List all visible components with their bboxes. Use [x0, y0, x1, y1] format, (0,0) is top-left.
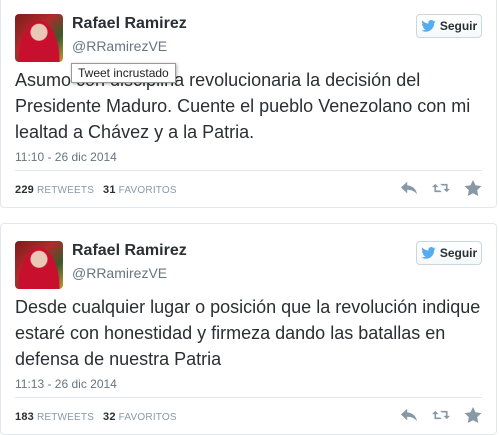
divider	[15, 170, 482, 171]
favorite-star-icon[interactable]	[464, 180, 482, 196]
author-handle[interactable]: @RRamirezVE	[72, 38, 167, 54]
retweet-icon[interactable]	[432, 407, 450, 423]
reply-icon[interactable]	[400, 180, 418, 196]
tweet-actions	[400, 180, 482, 196]
follow-label: Seguir	[439, 246, 478, 260]
avatar[interactable]	[15, 14, 63, 62]
follow-button[interactable]: Seguir	[416, 14, 482, 38]
twitter-bird-icon	[421, 20, 436, 32]
retweets-count[interactable]: 229	[15, 184, 34, 196]
follow-label: Seguir	[439, 19, 478, 33]
avatar[interactable]	[15, 241, 63, 289]
retweets-label[interactable]: RETWEETS	[37, 185, 94, 196]
tweet-stats: 229 RETWEETS 31 FAVORITOS	[15, 184, 177, 196]
author-name[interactable]: Rafael Ramirez	[72, 242, 187, 260]
favorites-label[interactable]: FAVORITOS	[119, 185, 177, 196]
author-handle[interactable]: @RRamirezVE	[72, 265, 167, 281]
follow-button[interactable]: Seguir	[416, 241, 482, 265]
twitter-bird-icon	[421, 247, 436, 259]
tweet-text: Desde cualquier lugar o posición que la …	[15, 297, 481, 369]
retweets-label[interactable]: RETWEETS	[37, 412, 94, 423]
tooltip: Tweet incrustado	[71, 63, 176, 83]
tweet-timestamp[interactable]: 11:10 - 26 dic 2014	[15, 150, 117, 164]
divider	[15, 397, 482, 398]
tweet-timestamp[interactable]: 11:13 - 26 dic 2014	[15, 377, 117, 391]
favorites-label[interactable]: FAVORITOS	[119, 412, 177, 423]
embedded-tweet: Rafael Ramirez @RRamirezVE Seguir Desde …	[0, 223, 497, 435]
favorites-count[interactable]: 32	[103, 411, 116, 423]
author-name[interactable]: Rafael Ramirez	[72, 15, 187, 33]
embedded-tweet: Rafael Ramirez @RRamirezVE Seguir Asumo …	[0, 0, 497, 208]
favorites-count[interactable]: 31	[103, 184, 116, 196]
tweet-actions	[400, 407, 482, 423]
tweet-stats: 183 RETWEETS 32 FAVORITOS	[15, 411, 177, 423]
favorite-star-icon[interactable]	[464, 407, 482, 423]
reply-icon[interactable]	[400, 407, 418, 423]
retweet-icon[interactable]	[432, 180, 450, 196]
retweets-count[interactable]: 183	[15, 411, 34, 423]
